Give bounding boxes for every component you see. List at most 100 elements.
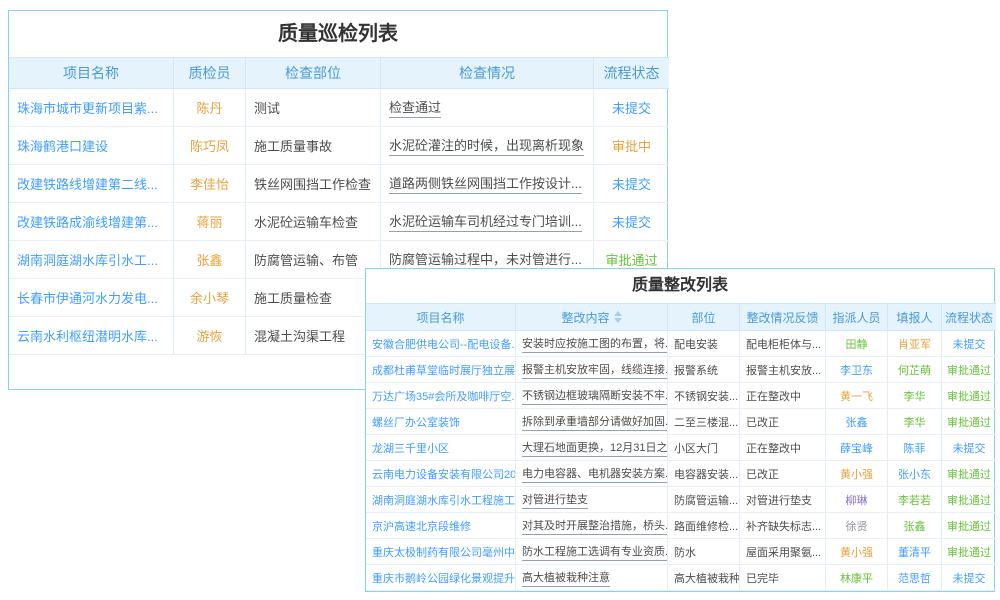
status-badge: 审批通过 [605,250,657,269]
project-name-cell: 改建铁路成渝线增建第... [9,203,174,241]
feedback-cell: 已改正 [740,461,826,487]
part-text: 配电安装 [674,336,718,352]
column-header: 整改内容 [516,303,668,331]
content-cell: 高大植被栽种注意 [516,565,668,591]
location-text: 水泥砼运输车检查 [254,212,358,231]
project-link[interactable]: 万达广场35#会所及咖啡厅空... [372,388,516,404]
status-badge: 审批通过 [947,466,991,482]
project-name-cell: 安徽合肥供电公司--配电设备... [366,331,516,357]
content-cell: 防水工程施工选调有专业资质... [516,539,668,565]
status-badge: 审批通过 [947,518,991,534]
project-name-cell: 珠海市城市更新项目紫... [9,89,174,127]
feedback-cell: 报警主机安放... [740,357,826,383]
project-name-cell: 万达广场35#会所及咖啡厅空... [366,383,516,409]
assignee-name: 薛宝峰 [840,440,873,456]
reporter-cell: 范思哲 [888,565,942,591]
table-row: 重庆市鹅岭公园绿化景观提升...高大植被栽种注意高大植被栽种已完毕林康平范思哲未… [366,565,994,591]
column-header-label: 流程状态 [945,309,993,326]
column-header-label: 部位 [691,309,715,326]
part-cell: 防水 [668,539,740,565]
content-text: 对管进行垫支 [522,491,588,509]
project-link[interactable]: 改建铁路成渝线增建第... [17,212,158,231]
situation-cell: 水泥砼灌注的时候，出现离析现象 [381,127,594,165]
situation-text: 防腐管运输过程中，未对管进行... [389,249,582,270]
feedback-cell: 已完毕 [740,565,826,591]
table-row: 珠海鹤港口建设 陈巧凤 施工质量事故 水泥砼灌注的时候，出现离析现象审批中 [9,127,667,165]
column-header: 项目名称 [9,57,174,89]
assignee-name: 黄小强 [840,544,873,560]
part-cell: 不锈钢安装... [668,383,740,409]
content-text: 对其及时开展整治措施，桥头... [522,517,668,535]
project-link[interactable]: 湖南洞庭湖水库引水工程施工1标 [372,492,516,508]
status-badge: 审批中 [612,136,651,155]
status-cell: 审批通过 [942,383,996,409]
status-badge: 未提交 [953,440,986,456]
project-name-cell: 重庆太极制药有限公司毫州中... [366,539,516,565]
table-row: 改建铁路线增建第二线...李佳怡铁丝网围挡工作检查道路两侧铁丝网围挡工作按设计.… [9,165,667,203]
assignee-cell: 田静 [826,331,888,357]
project-link[interactable]: 珠海鹤港口建设 [17,136,108,155]
status-badge: 审批通过 [947,492,991,508]
location-cell: 施工质量检查 [246,279,381,317]
project-link[interactable]: 珠海市城市更新项目紫... [17,98,158,117]
part-text: 防腐管运输... [674,492,738,508]
location-text: 施工质量检查 [254,288,332,307]
project-link[interactable]: 重庆市鹅岭公园绿化景观提升... [372,570,516,586]
project-link[interactable]: 成都杜甫草堂临时展厅独立展... [372,362,516,378]
assignee-name: 李卫东 [840,362,873,378]
assignee-cell: 张鑫 [826,409,888,435]
status-badge: 未提交 [612,212,651,231]
inspector-name: 李佳怡 [190,174,229,193]
project-link[interactable]: 重庆太极制药有限公司毫州中... [372,544,516,560]
part-text: 报警系统 [674,362,718,378]
assignee-cell: 徐贤 [826,513,888,539]
project-link[interactable]: 长春市伊通河水力发电... [17,288,158,307]
part-cell: 高大植被栽种 [668,565,740,591]
location-cell: 施工质量事故 [246,127,381,165]
inspector-name: 陈丹 [196,98,222,117]
table-row: 螺丝厂办公室装饰拆除到承重墙部分请做好加固...二至三楼混...已改正张鑫李华审… [366,409,994,435]
status-cell: 审批通过 [942,513,996,539]
situation-cell: 道路两侧铁丝网围挡工作按设计... [381,165,594,203]
part-cell: 报警系统 [668,357,740,383]
part-text: 二至三楼混... [674,414,738,430]
feedback-cell: 补齐缺失标志... [740,513,826,539]
feedback-text: 已完毕 [746,570,779,586]
reporter-name: 李若若 [898,492,931,508]
assignee-name: 黄小强 [840,466,873,482]
table-row: 京沪高速北京段维修对其及时开展整治措施，桥头...路面维修检...补齐缺失标志.… [366,513,994,539]
rectification-list-title: 质量整改列表 [366,269,994,303]
project-link[interactable]: 云南水利枢纽潜明水库... [17,326,158,345]
location-text: 施工质量事故 [254,136,332,155]
inspector-name: 张鑫 [196,250,222,269]
sort-icon[interactable] [614,311,622,323]
column-header-label: 填报人 [896,309,932,326]
assignee-cell: 黄小强 [826,461,888,487]
project-link[interactable]: 螺丝厂办公室装饰 [372,414,460,430]
project-link[interactable]: 安徽合肥供电公司--配电设备... [372,336,516,352]
project-link[interactable]: 改建铁路线增建第二线... [17,174,158,193]
project-link[interactable]: 湖南洞庭湖水库引水工... [17,250,158,269]
project-link[interactable]: 龙湖三千里小区 [372,440,449,456]
situation-text: 检查通过 [389,97,441,118]
project-name-cell: 长春市伊通河水力发电... [9,279,174,317]
feedback-text: 已改正 [746,466,779,482]
status-badge: 未提交 [612,174,651,193]
column-header: 检查部位 [246,57,381,89]
reporter-name: 董清平 [898,544,931,560]
project-link[interactable]: 京沪高速北京段维修 [372,518,471,534]
rectification-header-row: 项目名称整改内容部位整改情况反馈指派人员填报人流程状态 [366,303,994,331]
location-cell: 测试 [246,89,381,127]
column-header-label: 质检员 [189,63,231,83]
reporter-cell: 何芷萌 [888,357,942,383]
content-text: 不锈钢边框玻璃隔断安装不牢... [522,387,668,405]
content-text: 安装时应按施工图的布置，将... [522,335,668,353]
situation-text: 水泥砼运输车司机经过专门培训... [389,211,582,232]
inspector-cell: 张鑫 [174,241,246,279]
situation-cell: 水泥砼运输车司机经过专门培训... [381,203,594,241]
column-header: 流程状态 [942,303,996,331]
content-text: 报警主机安放牢固，线缆连接... [522,361,668,379]
feedback-cell: 正在整改中 [740,435,826,461]
project-link[interactable]: 云南电力设备安装有限公司20... [372,466,516,482]
inspector-name: 陈巧凤 [190,136,229,155]
